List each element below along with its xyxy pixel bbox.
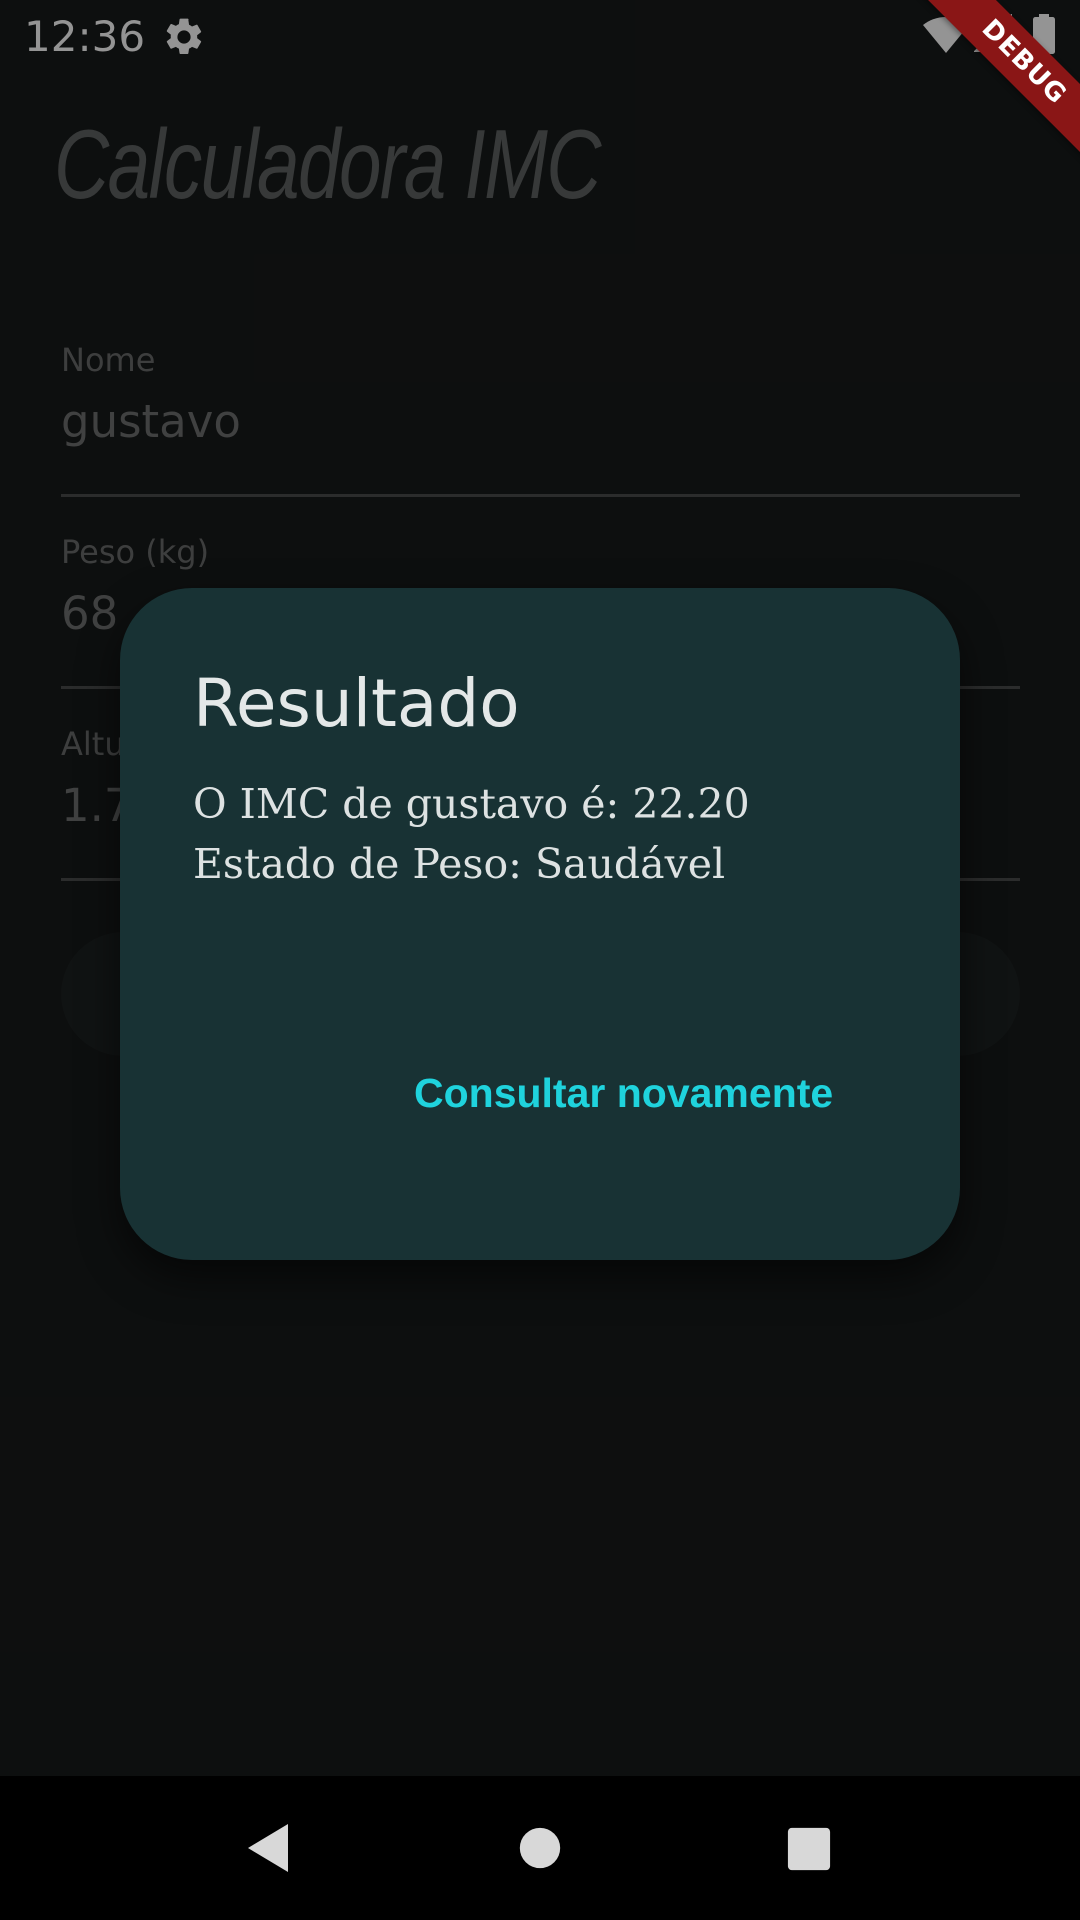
result-dialog: Resultado O IMC de gustavo é: 22.20 Esta… — [120, 588, 960, 1260]
recents-icon[interactable] — [786, 1826, 832, 1872]
dialog-body: O IMC de gustavo é: 22.20 Estado de Peso… — [193, 774, 750, 894]
dialog-title: Resultado — [193, 665, 520, 742]
back-icon[interactable] — [244, 1822, 292, 1874]
weight-status-text: Estado de Peso: Saudável — [193, 840, 726, 888]
consult-again-button[interactable]: Consultar novamente — [396, 1054, 851, 1132]
app-screen: 12:36 Calculadora IMC Nome gustavo Peso … — [0, 0, 1080, 1920]
home-icon[interactable] — [518, 1826, 562, 1870]
navigation-bar — [0, 1776, 1080, 1920]
bmi-result-text: O IMC de gustavo é: 22.20 — [193, 780, 750, 828]
